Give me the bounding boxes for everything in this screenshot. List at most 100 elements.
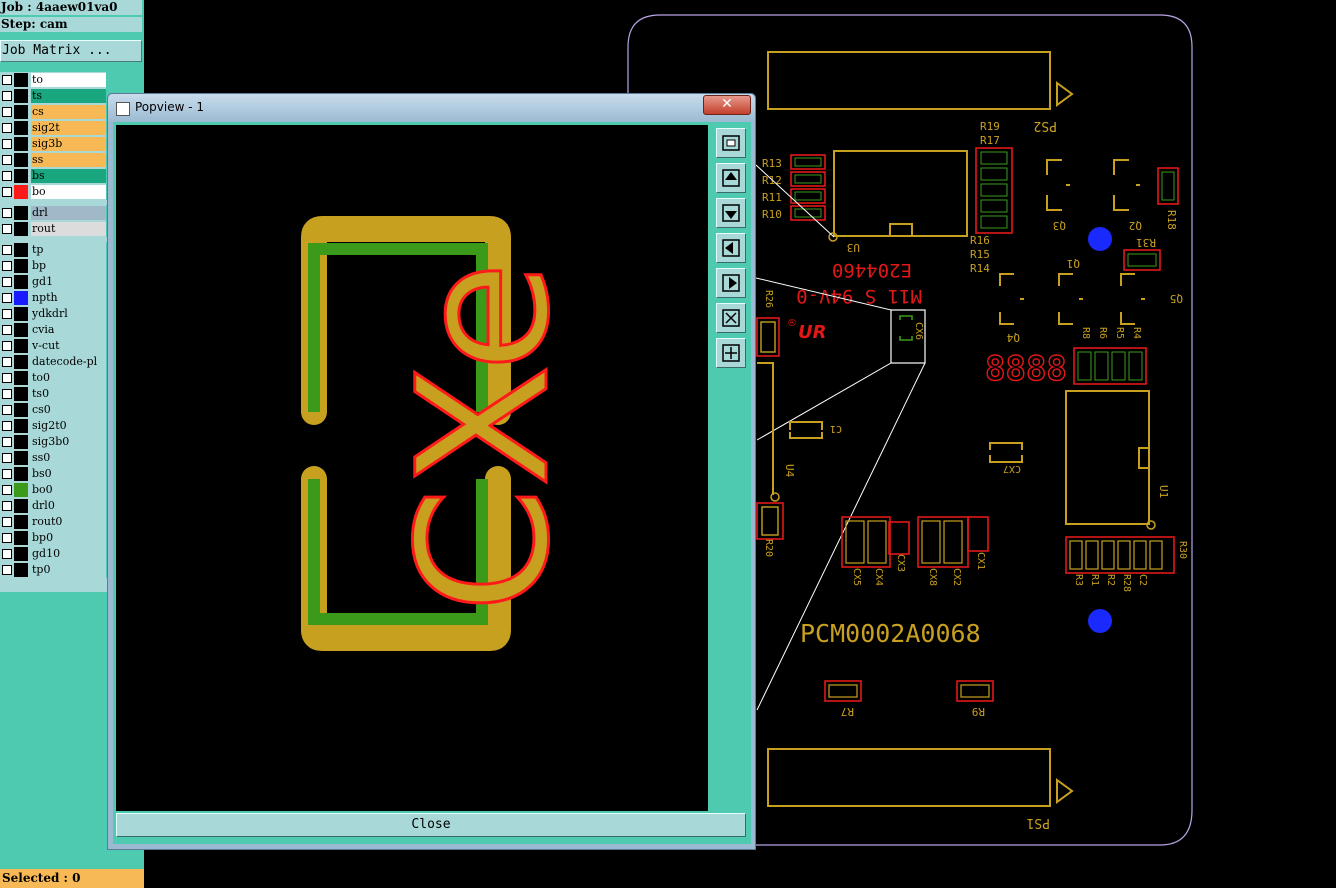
layer-color-swatch[interactable] (14, 547, 28, 561)
layer-checkbox[interactable] (2, 325, 12, 335)
layer-name[interactable]: bp (31, 259, 106, 273)
layer-name[interactable]: ss0 (31, 451, 106, 465)
layer-checkbox[interactable] (2, 261, 12, 271)
layer-color-swatch[interactable] (14, 243, 28, 257)
layer-name[interactable]: bp0 (31, 531, 106, 545)
layer-name[interactable]: ts (31, 89, 106, 103)
layer-name[interactable]: npth (31, 291, 106, 305)
layer-color-swatch[interactable] (14, 222, 28, 236)
layer-checkbox[interactable] (2, 123, 12, 133)
layer-checkbox[interactable] (2, 405, 12, 415)
layer-name[interactable]: tp (31, 243, 106, 257)
popview-window[interactable]: Popview - 1 ✕ CXe Close (107, 93, 756, 850)
layer-color-swatch[interactable] (14, 467, 28, 481)
pan-left-icon[interactable] (716, 233, 746, 263)
layer-name[interactable]: ts0 (31, 387, 106, 401)
layer-name[interactable]: bs (31, 169, 106, 183)
layer-checkbox[interactable] (2, 224, 12, 234)
layer-name[interactable]: v-cut (31, 339, 106, 353)
layer-color-swatch[interactable] (14, 563, 28, 577)
layer-checkbox[interactable] (2, 341, 12, 351)
layer-color-swatch[interactable] (14, 451, 28, 465)
layer-name[interactable]: drl0 (31, 499, 106, 513)
layer-color-swatch[interactable] (14, 259, 28, 273)
layer-checkbox[interactable] (2, 155, 12, 165)
layer-color-swatch[interactable] (14, 483, 28, 497)
layer-color-swatch[interactable] (14, 307, 28, 321)
layer-name[interactable]: sig3b (31, 137, 106, 151)
layer-name[interactable]: ss (31, 153, 106, 167)
layer-name[interactable]: cs (31, 105, 106, 119)
layer-color-swatch[interactable] (14, 499, 28, 513)
layer-name[interactable]: gd1 (31, 275, 106, 289)
layer-checkbox[interactable] (2, 453, 12, 463)
layer-checkbox[interactable] (2, 75, 12, 85)
layer-name[interactable]: sig2t (31, 121, 106, 135)
layer-name[interactable]: cvia (31, 323, 106, 337)
pan-right-icon[interactable] (716, 268, 746, 298)
layer-checkbox[interactable] (2, 309, 12, 319)
layer-name[interactable]: tp0 (31, 563, 106, 577)
layer-color-swatch[interactable] (14, 371, 28, 385)
layer-checkbox[interactable] (2, 187, 12, 197)
pan-down-icon[interactable] (716, 198, 746, 228)
layer-name[interactable]: rout (31, 222, 106, 236)
pan-up-icon[interactable] (716, 163, 746, 193)
layer-color-swatch[interactable] (14, 387, 28, 401)
layer-checkbox[interactable] (2, 357, 12, 367)
close-button[interactable]: Close (116, 813, 746, 837)
layer-color-swatch[interactable] (14, 121, 28, 135)
layer-checkbox[interactable] (2, 421, 12, 431)
layer-name[interactable]: sig3b0 (31, 435, 106, 449)
layer-checkbox[interactable] (2, 485, 12, 495)
layer-color-swatch[interactable] (14, 275, 28, 289)
layer-checkbox[interactable] (2, 517, 12, 527)
zoom-window-icon[interactable] (716, 128, 746, 158)
layer-checkbox[interactable] (2, 549, 12, 559)
layer-name[interactable]: bs0 (31, 467, 106, 481)
window-close-button[interactable]: ✕ (703, 95, 751, 115)
layer-color-swatch[interactable] (14, 105, 28, 119)
layer-checkbox[interactable] (2, 389, 12, 399)
layer-checkbox[interactable] (2, 91, 12, 101)
layer-name[interactable]: rout0 (31, 515, 106, 529)
layer-name[interactable]: to0 (31, 371, 106, 385)
layer-color-swatch[interactable] (14, 323, 28, 337)
layer-name[interactable]: bo (31, 185, 106, 199)
layer-checkbox[interactable] (2, 293, 12, 303)
layer-color-swatch[interactable] (14, 185, 28, 199)
layer-checkbox[interactable] (2, 469, 12, 479)
layer-name[interactable]: cs0 (31, 403, 106, 417)
popview-titlebar[interactable]: Popview - 1 ✕ (108, 94, 755, 122)
layer-color-swatch[interactable] (14, 169, 28, 183)
layer-checkbox[interactable] (2, 373, 12, 383)
layer-color-swatch[interactable] (14, 515, 28, 529)
layer-color-swatch[interactable] (14, 89, 28, 103)
layer-checkbox[interactable] (2, 437, 12, 447)
layer-checkbox[interactable] (2, 277, 12, 287)
job-matrix-button[interactable]: Job Matrix ... (0, 40, 142, 62)
layer-color-swatch[interactable] (14, 137, 28, 151)
layer-name[interactable]: to (31, 73, 106, 87)
layer-color-swatch[interactable] (14, 531, 28, 545)
layer-checkbox[interactable] (2, 139, 12, 149)
layer-checkbox[interactable] (2, 208, 12, 218)
layer-color-swatch[interactable] (14, 153, 28, 167)
layer-color-swatch[interactable] (14, 73, 28, 87)
layer-checkbox[interactable] (2, 565, 12, 575)
layer-color-swatch[interactable] (14, 355, 28, 369)
layer-name[interactable]: ydkdrl (31, 307, 106, 321)
layer-color-swatch[interactable] (14, 291, 28, 305)
layer-checkbox[interactable] (2, 245, 12, 255)
layer-color-swatch[interactable] (14, 206, 28, 220)
layer-row[interactable]: to (0, 72, 144, 88)
layer-name[interactable]: datecode-pl (31, 355, 106, 369)
layer-checkbox[interactable] (2, 171, 12, 181)
layer-name[interactable]: drl (31, 206, 106, 220)
layer-color-swatch[interactable] (14, 403, 28, 417)
layer-name[interactable]: gd10 (31, 547, 106, 561)
layer-color-swatch[interactable] (14, 435, 28, 449)
layer-checkbox[interactable] (2, 107, 12, 117)
layer-checkbox[interactable] (2, 501, 12, 511)
layer-color-swatch[interactable] (14, 339, 28, 353)
